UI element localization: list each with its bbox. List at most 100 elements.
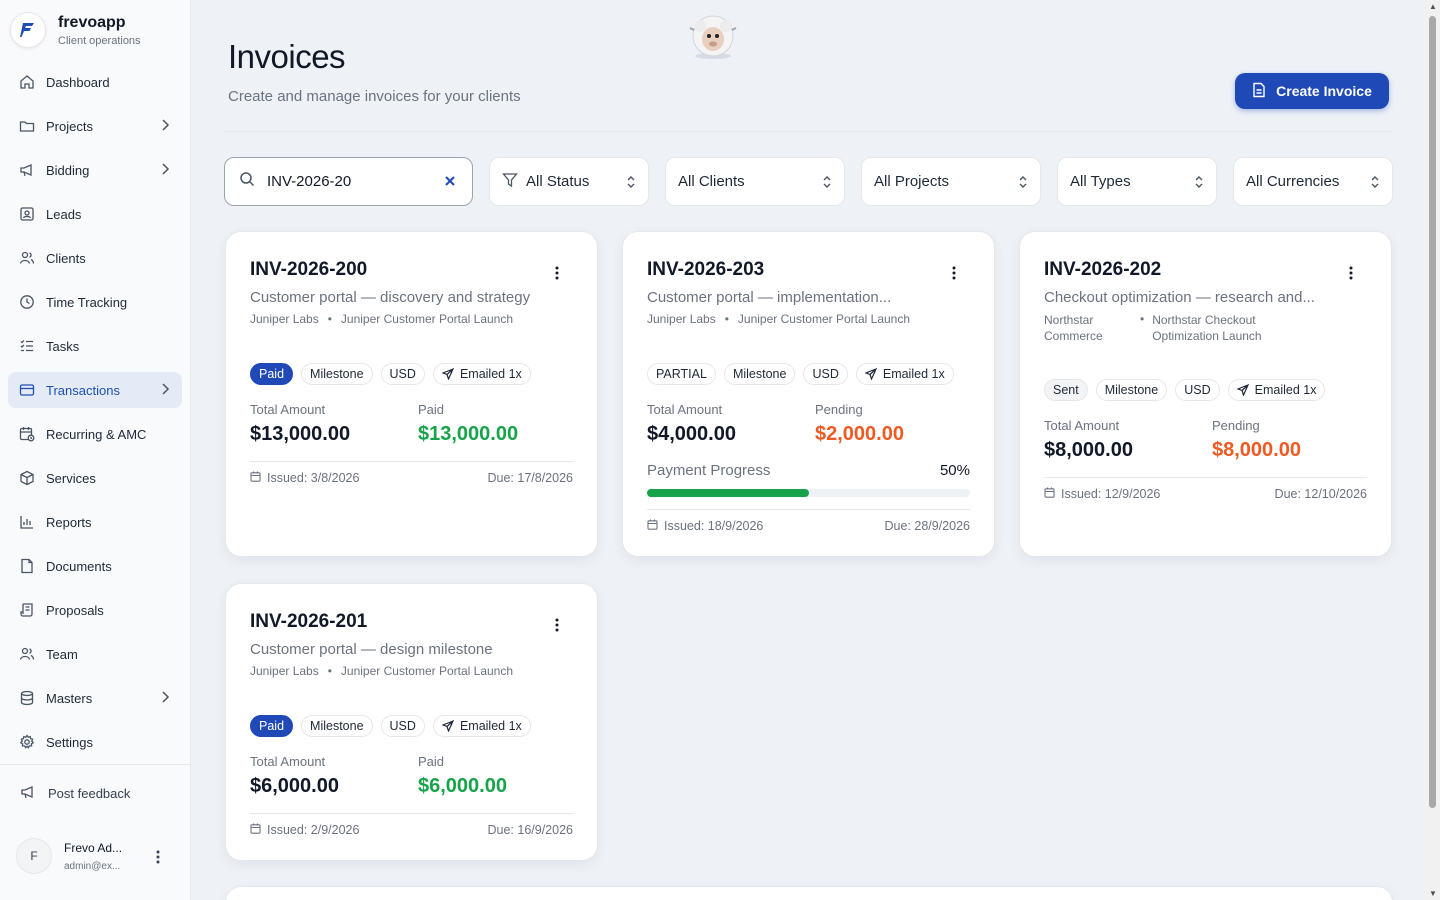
invoice-meta: Juniper Labs • Juniper Customer Portal L… [647,312,910,326]
more-vertical-icon[interactable] [156,850,160,869]
scroll-up-arrow-icon[interactable]: ▲ [1429,2,1437,11]
calendar-icon [250,823,261,837]
sidebar-item-dashboard[interactable]: Dashboard [8,64,182,100]
status-filter-value: All Status [526,173,590,190]
page-subtitle: Create and manage invoices for your clie… [228,88,521,105]
scroll-icon [18,601,36,619]
brand[interactable]: frevoapp Client operations [0,0,190,60]
sidebar-item-team[interactable]: Team [8,636,182,672]
status-badge: Sent [1044,379,1088,401]
due-date: Due: 17/8/2026 [487,471,574,485]
sidebar-item-bidding[interactable]: Bidding [8,152,182,188]
calendar-icon [250,471,261,485]
invoice-description: Customer portal — discovery and strategy [250,289,531,306]
brand-logo-icon [10,12,46,48]
page-scrollbar[interactable]: ▲ ▼ [1425,0,1440,900]
invoice-id: INV-2026-202 [1044,259,1162,280]
sidebar-item-services[interactable]: Services [8,460,182,496]
calendar-repeat-icon [18,425,36,443]
issued-date-text: Issued: 3/8/2026 [267,471,360,485]
sidebar-item-settings[interactable]: Settings [8,724,182,760]
search-box[interactable] [224,157,473,206]
sidebar-divider [0,764,190,765]
sidebar-item-reports[interactable]: Reports [8,504,182,540]
type-badge: Milestone [1095,379,1168,401]
invoice-card[interactable]: INV-2026-202 Checkout optimization — res… [1019,231,1392,557]
sidebar-item-clients[interactable]: Clients [8,240,182,276]
sidebar-item-masters[interactable]: Masters [8,680,182,716]
invoice-badges: PARTIAL Milestone USD Emailed 1x [647,363,962,385]
payment-progress-percent: 50% [939,462,970,479]
create-invoice-label: Create Invoice [1276,83,1372,99]
invoice-client: Juniper Labs [647,312,716,326]
search-input[interactable] [267,173,427,190]
sidebar-item-transactions[interactable]: Transactions [8,372,182,408]
megaphone-icon [18,161,36,179]
clear-search-icon[interactable] [444,174,456,192]
status-badge: Paid [250,363,294,385]
invoice-description: Checkout optimization — research and... [1044,289,1315,306]
emailed-label: Emailed 1x [1254,383,1317,397]
currency-badge: USD [380,715,425,737]
chevron-right-icon [160,382,170,399]
types-filter-select[interactable]: All Types [1057,157,1217,206]
projects-filter-select[interactable]: All Projects [861,157,1041,206]
currencies-filter-select[interactable]: All Currencies [1233,157,1393,206]
create-invoice-button[interactable]: Create Invoice [1235,73,1389,109]
issued-date: Issued: 3/8/2026 [250,471,359,485]
invoice-card[interactable]: INV-2026-201 Customer portal — design mi… [225,583,598,861]
bar-chart-icon [18,513,36,531]
more-vertical-icon[interactable] [555,618,559,637]
total-amount-label: Total Amount [1044,418,1120,433]
sidebar-item-tasks[interactable]: Tasks [8,328,182,364]
post-feedback-link[interactable]: Post feedback [20,784,130,803]
sidebar-item-label: Documents [46,558,112,574]
sidebar-item-time-tracking[interactable]: Time Tracking [8,284,182,320]
brand-name: frevoapp [58,14,126,31]
sidebar-item-label: Team [46,646,78,662]
home-icon [18,73,36,91]
invoice-card[interactable]: INV-2026-203 Customer portal — implement… [622,231,995,557]
currencies-filter-value: All Currencies [1246,173,1340,190]
box-icon [18,469,36,487]
total-amount-label: Total Amount [647,402,723,417]
scroll-down-arrow-icon[interactable]: ▼ [1429,889,1437,898]
invoice-description: Customer portal — implementation... [647,289,892,306]
sidebar-item-label: Services [46,470,96,486]
list-check-icon [18,337,36,355]
paid-label: Paid [418,402,445,417]
main-content: Invoices Create and manage invoices for … [192,0,1425,900]
sidebar-item-leads[interactable]: Leads [8,196,182,232]
folder-icon [18,117,36,135]
chevron-up-down-icon [626,174,636,194]
user-profile[interactable]: F Frevo Ad... admin@ex... [16,838,176,874]
search-icon [239,171,255,192]
status-filter-select[interactable]: All Status [489,157,649,206]
emailed-badge: Emailed 1x [432,715,531,737]
sidebar-item-label: Bidding [46,162,90,178]
user-email: admin@ex... [64,860,121,872]
emailed-badge: Emailed 1x [1227,379,1326,401]
sidebar-item-label: Dashboard [46,74,110,90]
invoice-card[interactable]: INV-2026-200 Customer portal — discovery… [225,231,598,557]
invoice-card-partial[interactable] [225,886,1393,900]
invoice-client: Juniper Labs [250,664,319,678]
more-vertical-icon[interactable] [1349,266,1353,285]
currency-badge: USD [1175,379,1220,401]
more-vertical-icon[interactable] [555,266,559,285]
sidebar-item-proposals[interactable]: Proposals [8,592,182,628]
issued-date: Issued: 2/9/2026 [250,823,359,837]
sidebar-item-documents[interactable]: Documents [8,548,182,584]
clients-filter-select[interactable]: All Clients [665,157,845,206]
sidebar-item-projects[interactable]: Projects [8,108,182,144]
emailed-label: Emailed 1x [882,367,945,381]
sheep-mascot-icon[interactable] [686,14,740,60]
total-amount-label: Total Amount [250,754,326,769]
more-vertical-icon[interactable] [952,266,956,285]
scrollbar-thumb[interactable] [1429,16,1436,808]
sidebar-item-label: Recurring & AMC [46,426,147,442]
total-amount-label: Total Amount [250,402,326,417]
sidebar-item-recurring-amc[interactable]: Recurring & AMC [8,416,182,452]
card-divider [647,509,970,510]
calendar-icon [1044,487,1055,501]
